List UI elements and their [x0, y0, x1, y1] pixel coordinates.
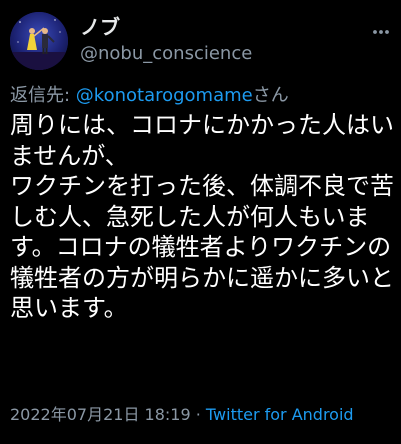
reply-suffix: さん: [252, 85, 289, 106]
timestamp[interactable]: 2022年07月21日 18:19: [10, 405, 191, 424]
handle[interactable]: @nobu_conscience: [80, 41, 252, 67]
author-names: ノブ @nobu_conscience: [80, 14, 252, 67]
avatar[interactable]: [10, 12, 68, 70]
tweet-text: 周りには、コロナにかかった人はいませんが、 ワクチンを打った後、体調不良で苦しむ…: [10, 111, 394, 322]
avatar-image: [10, 12, 68, 70]
reply-prefix: 返信先:: [10, 85, 76, 106]
tweet-meta: 2022年07月21日 18:19 · Twitter for Android: [10, 404, 354, 426]
tweet: ノブ @nobu_conscience 返信先: @konotarogomame…: [0, 0, 401, 444]
reply-to-line: 返信先: @konotarogomameさん: [10, 84, 289, 108]
client-link[interactable]: Twitter for Android: [206, 405, 354, 424]
reply-to-link[interactable]: @konotarogomame: [76, 85, 253, 106]
meta-separator: ·: [190, 405, 206, 424]
more-dots-icon[interactable]: [371, 22, 391, 42]
tweet-header: ノブ @nobu_conscience: [10, 12, 391, 72]
display-name[interactable]: ノブ: [80, 14, 252, 40]
